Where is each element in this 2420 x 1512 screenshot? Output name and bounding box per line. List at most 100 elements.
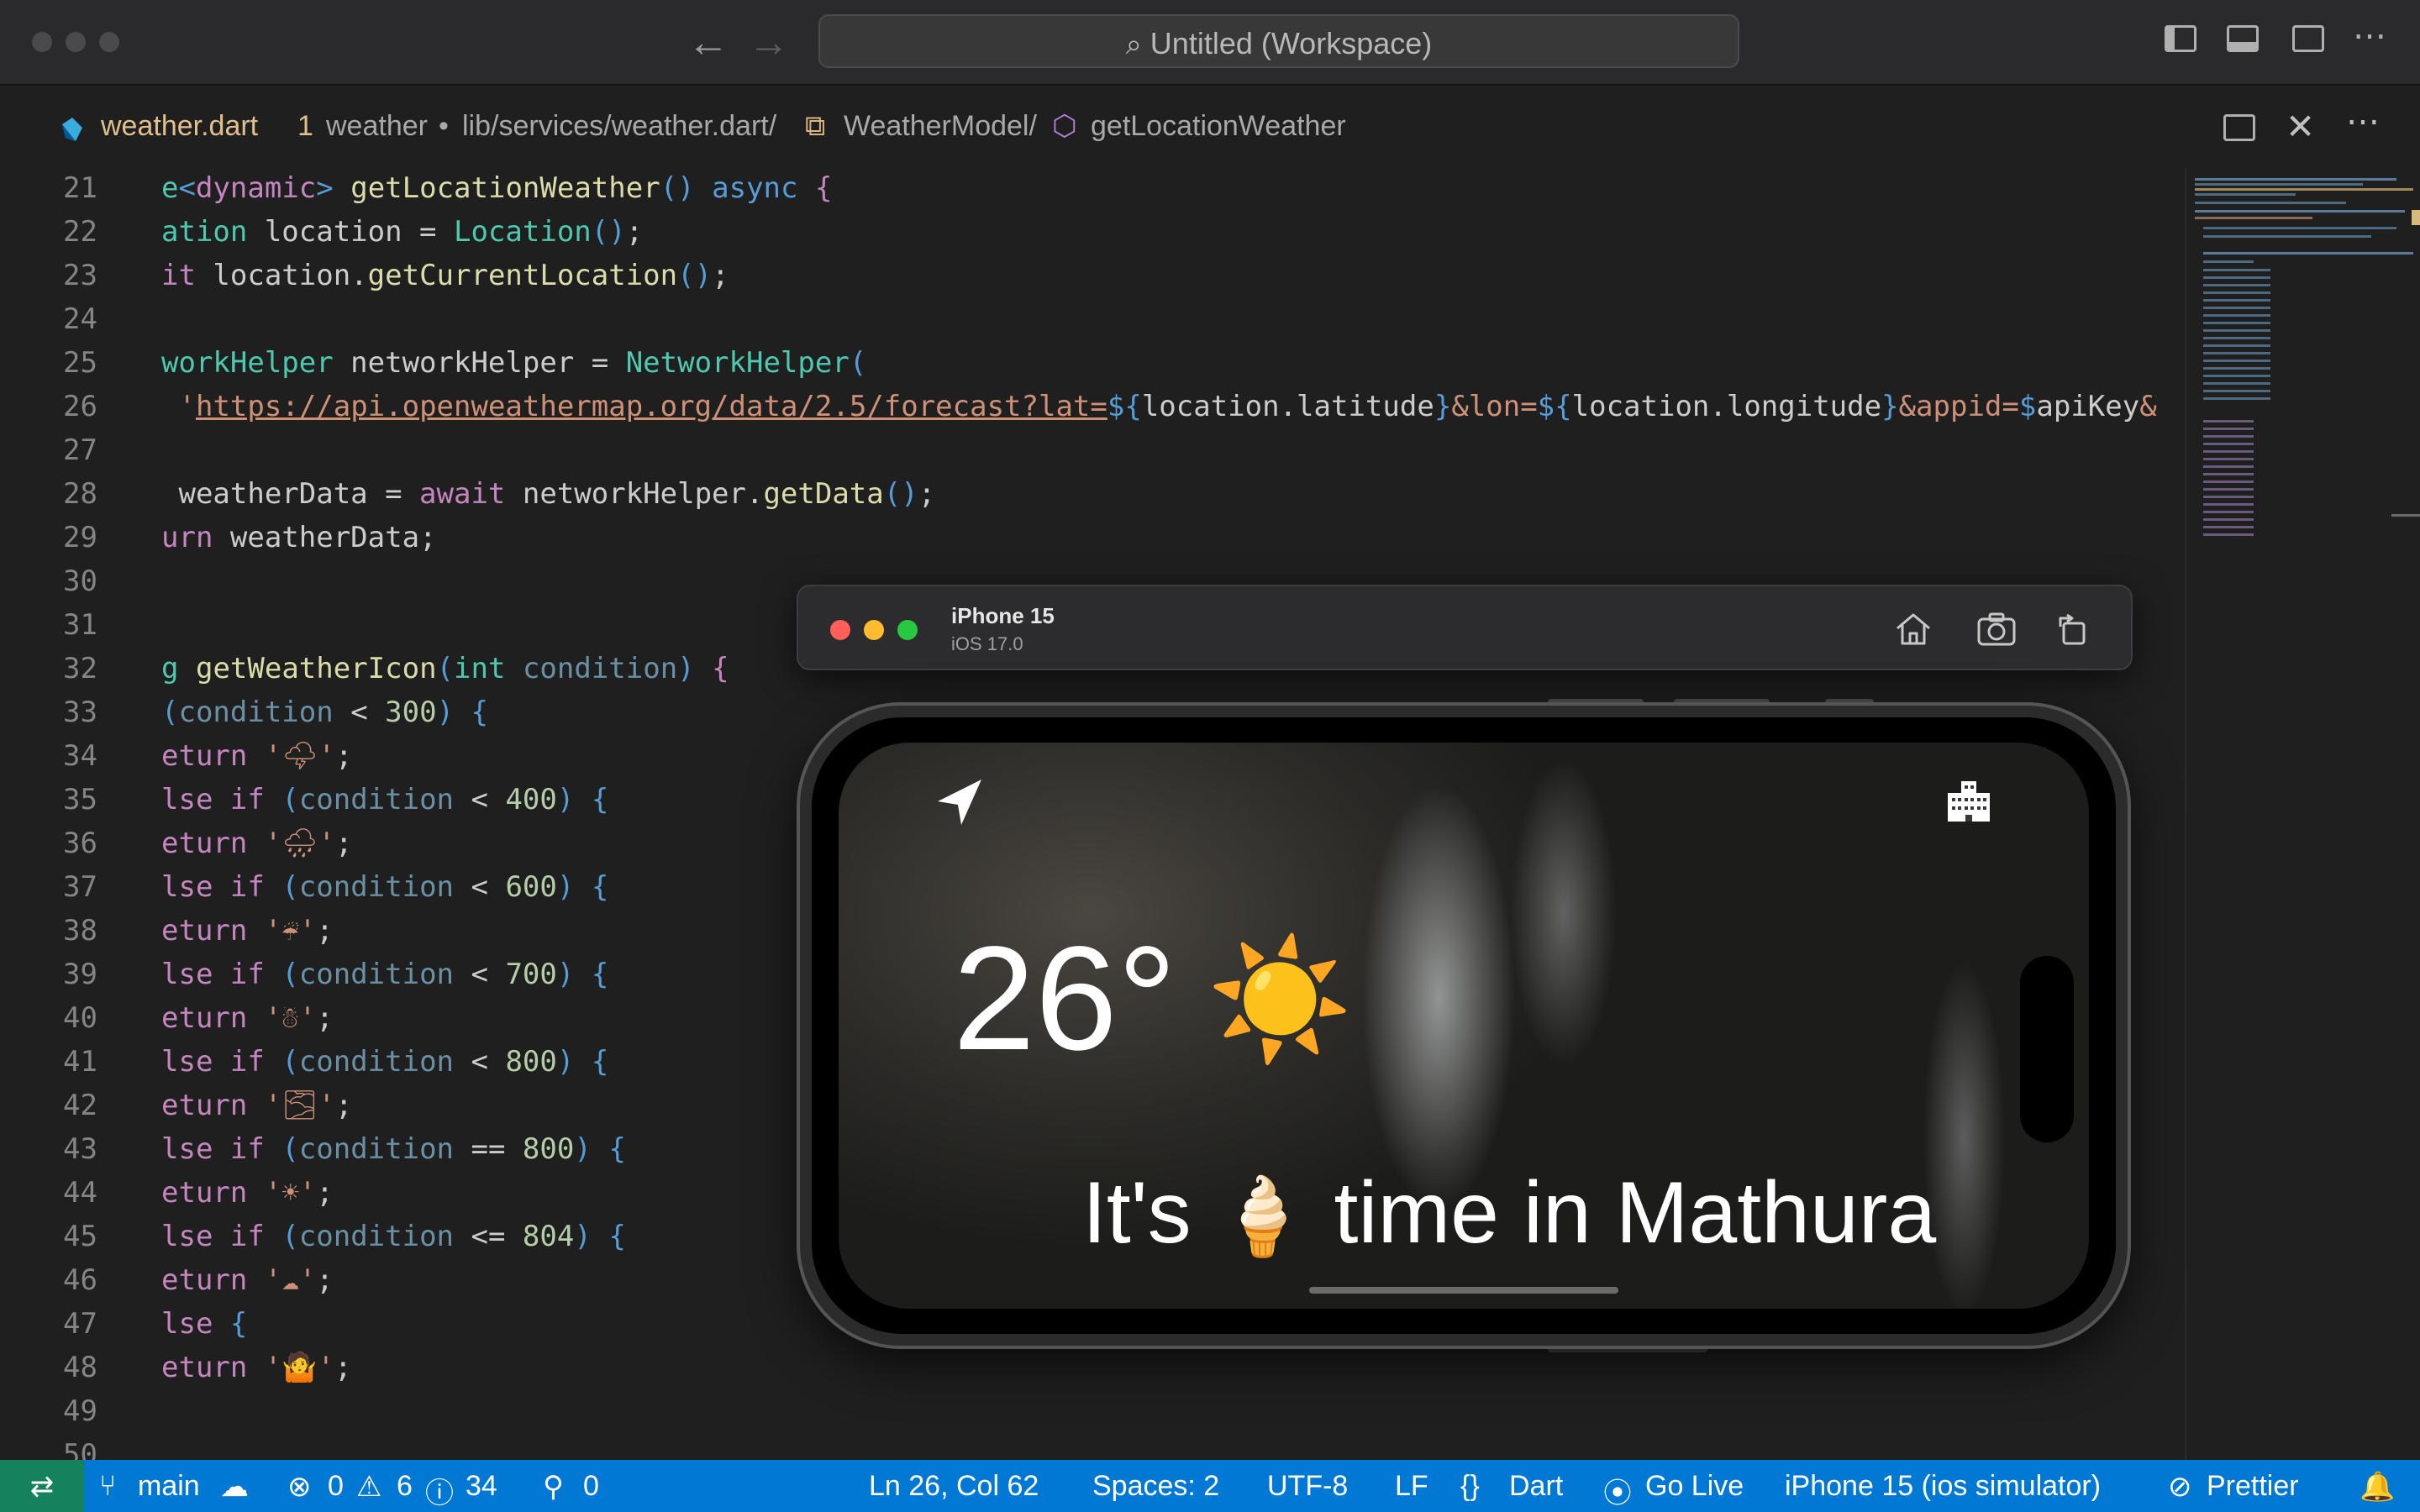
ports-count[interactable]: 0 xyxy=(583,1470,599,1503)
home-indicator[interactable] xyxy=(1309,1287,1618,1294)
minimap[interactable] xyxy=(2185,168,2420,1460)
message-prefix: It's xyxy=(1082,1164,1192,1262)
code-line: lse { xyxy=(161,1307,248,1341)
line-number: 21 xyxy=(63,171,97,205)
class-symbol-icon: ⧉ xyxy=(805,110,826,142)
back-arrow-icon[interactable]: ← xyxy=(687,18,729,66)
notifications-bell-icon[interactable]: 🔔 xyxy=(2360,1470,2395,1504)
ios-simulator-window: iPhone 15 iOS 17.0 26° ☀️ It's 🍦 time in… xyxy=(797,585,2133,1366)
line-number: 28 xyxy=(63,477,97,511)
code-line: eturn '☃'; xyxy=(161,1001,334,1035)
warning-count[interactable]: 6 xyxy=(397,1470,413,1503)
sim-close-button[interactable] xyxy=(830,620,850,640)
line-number: 37 xyxy=(63,870,97,904)
weather-message: It's 🍦 time in Mathura xyxy=(1082,1163,1936,1268)
line-number: 32 xyxy=(63,652,97,685)
device-selector[interactable]: iPhone 15 (ios simulator) xyxy=(1785,1470,2101,1503)
sync-icon[interactable]: ☁ xyxy=(220,1470,249,1504)
customize-layout-icon[interactable] xyxy=(2292,25,2324,52)
sim-device-name: iPhone 15 xyxy=(951,603,1055,628)
volume-up-button xyxy=(1548,699,1644,706)
cursor-position[interactable]: Ln 26, Col 62 xyxy=(869,1470,1039,1503)
breadcrumb-class[interactable]: WeatherModel/ xyxy=(844,109,1037,143)
city-building-icon[interactable] xyxy=(1943,773,1995,825)
action-button xyxy=(1825,699,1874,706)
breadcrumb-path[interactable]: lib/services/weather.dart/ xyxy=(462,109,776,143)
line-number: 38 xyxy=(63,914,97,948)
app-screen[interactable]: 26° ☀️ It's 🍦 time in Mathura xyxy=(839,743,2089,1309)
home-icon[interactable] xyxy=(1894,612,1933,647)
code-line: eturn '☔'; xyxy=(161,914,334,948)
code-line: lse if (condition <= 804) { xyxy=(161,1220,626,1253)
line-number: 40 xyxy=(63,1001,97,1035)
rotate-device-icon[interactable] xyxy=(2055,612,2091,647)
line-number: 42 xyxy=(63,1089,97,1122)
line-ending[interactable]: LF xyxy=(1395,1470,1428,1503)
problem-count: 1 xyxy=(297,110,313,142)
line-number: 45 xyxy=(63,1220,97,1253)
message-suffix: time in Mathura xyxy=(1334,1164,1937,1262)
command-center-search[interactable]: ⌕ Untitled (Workspace) xyxy=(818,14,1739,68)
screenshot-camera-icon[interactable] xyxy=(1976,612,2017,647)
ports-icon: ⚲ xyxy=(543,1471,564,1503)
toggle-primary-sidebar-icon[interactable] xyxy=(2165,25,2196,52)
close-tab-icon[interactable]: ✕ xyxy=(2286,106,2315,147)
braces-icon: {} xyxy=(1460,1470,1480,1502)
forward-arrow-icon[interactable]: → xyxy=(748,18,790,66)
line-number: 27 xyxy=(63,433,97,467)
prettier-status[interactable]: Prettier xyxy=(2207,1470,2299,1503)
location-arrow-icon[interactable] xyxy=(931,773,990,832)
title-bar: ← → ⌕ Untitled (Workspace) ⋯ xyxy=(0,0,2420,86)
editor-more-actions-icon[interactable]: ⋯ xyxy=(2346,102,2380,141)
line-number: 25 xyxy=(63,346,97,380)
line-number: 29 xyxy=(63,521,97,554)
broadcast-icon: ⦿ xyxy=(1603,1478,1632,1509)
info-icon: ⓘ xyxy=(425,1478,454,1509)
sim-zoom-button[interactable] xyxy=(897,620,918,640)
line-number: 35 xyxy=(63,783,97,816)
code-line: eturn '🌩'; xyxy=(161,739,353,773)
sim-os-version: iOS 17.0 xyxy=(951,633,1023,654)
editor-tab-bar: weather.dart 1 weather • lib/services/we… xyxy=(0,86,2420,168)
info-count[interactable]: 34 xyxy=(466,1470,497,1503)
error-count[interactable]: 0 xyxy=(328,1470,344,1503)
breadcrumb-folder[interactable]: weather xyxy=(326,109,428,143)
line-number: 41 xyxy=(63,1045,97,1079)
go-live-button[interactable]: Go Live xyxy=(1645,1470,1744,1503)
code-line: it location.getCurrentLocation(); xyxy=(161,259,729,292)
line-number: 34 xyxy=(63,739,97,773)
code-line: lse if (condition == 800) { xyxy=(161,1132,626,1166)
tab-weather-dart[interactable]: weather.dart xyxy=(101,109,258,143)
status-bar: ⇄ ⑂ main ☁ ⊗ 0 ⚠ 6 ⓘ 34 ⚲ 0 Ln 26, Col 6… xyxy=(0,1460,2420,1512)
language-mode[interactable]: Dart xyxy=(1509,1470,1563,1503)
code-line: eturn '☀'; xyxy=(161,1176,334,1210)
line-number: 26 xyxy=(63,390,97,423)
error-icon: ⊗ xyxy=(287,1471,312,1503)
split-editor-icon[interactable] xyxy=(2223,114,2255,141)
line-number: 49 xyxy=(63,1394,97,1428)
zoom-window-button[interactable] xyxy=(99,32,119,52)
remote-icon: ⇄ xyxy=(29,1471,55,1503)
branch-name[interactable]: main xyxy=(138,1470,200,1503)
code-line: 'https://api.openweathermap.org/data/2.5… xyxy=(178,390,2157,423)
encoding[interactable]: UTF-8 xyxy=(1267,1470,1348,1503)
line-number: 39 xyxy=(63,958,97,991)
code-line: eturn '🌧'; xyxy=(161,827,353,860)
breadcrumb-separator: • xyxy=(439,110,449,142)
toggle-panel-icon[interactable] xyxy=(2227,25,2259,52)
line-number: 47 xyxy=(63,1307,97,1341)
close-window-button[interactable] xyxy=(32,32,52,52)
more-actions-icon[interactable]: ⋯ xyxy=(2353,17,2386,55)
code-line: weatherData = await networkHelper.getDat… xyxy=(161,477,936,511)
branch-icon: ⑂ xyxy=(99,1470,117,1502)
breadcrumb-method[interactable]: getLocationWeather xyxy=(1091,109,1346,143)
minimize-window-button[interactable] xyxy=(66,32,86,52)
indentation[interactable]: Spaces: 2 xyxy=(1092,1470,1219,1503)
method-symbol-icon: ⬡ xyxy=(1052,110,1077,142)
code-line: lse if (condition < 800) { xyxy=(161,1045,609,1079)
remote-indicator[interactable]: ⇄ xyxy=(0,1460,84,1512)
sim-minimize-button[interactable] xyxy=(864,620,884,640)
line-number: 24 xyxy=(63,302,97,336)
line-number: 46 xyxy=(63,1263,97,1297)
code-line: g getWeatherIcon(int condition) { xyxy=(161,652,729,685)
